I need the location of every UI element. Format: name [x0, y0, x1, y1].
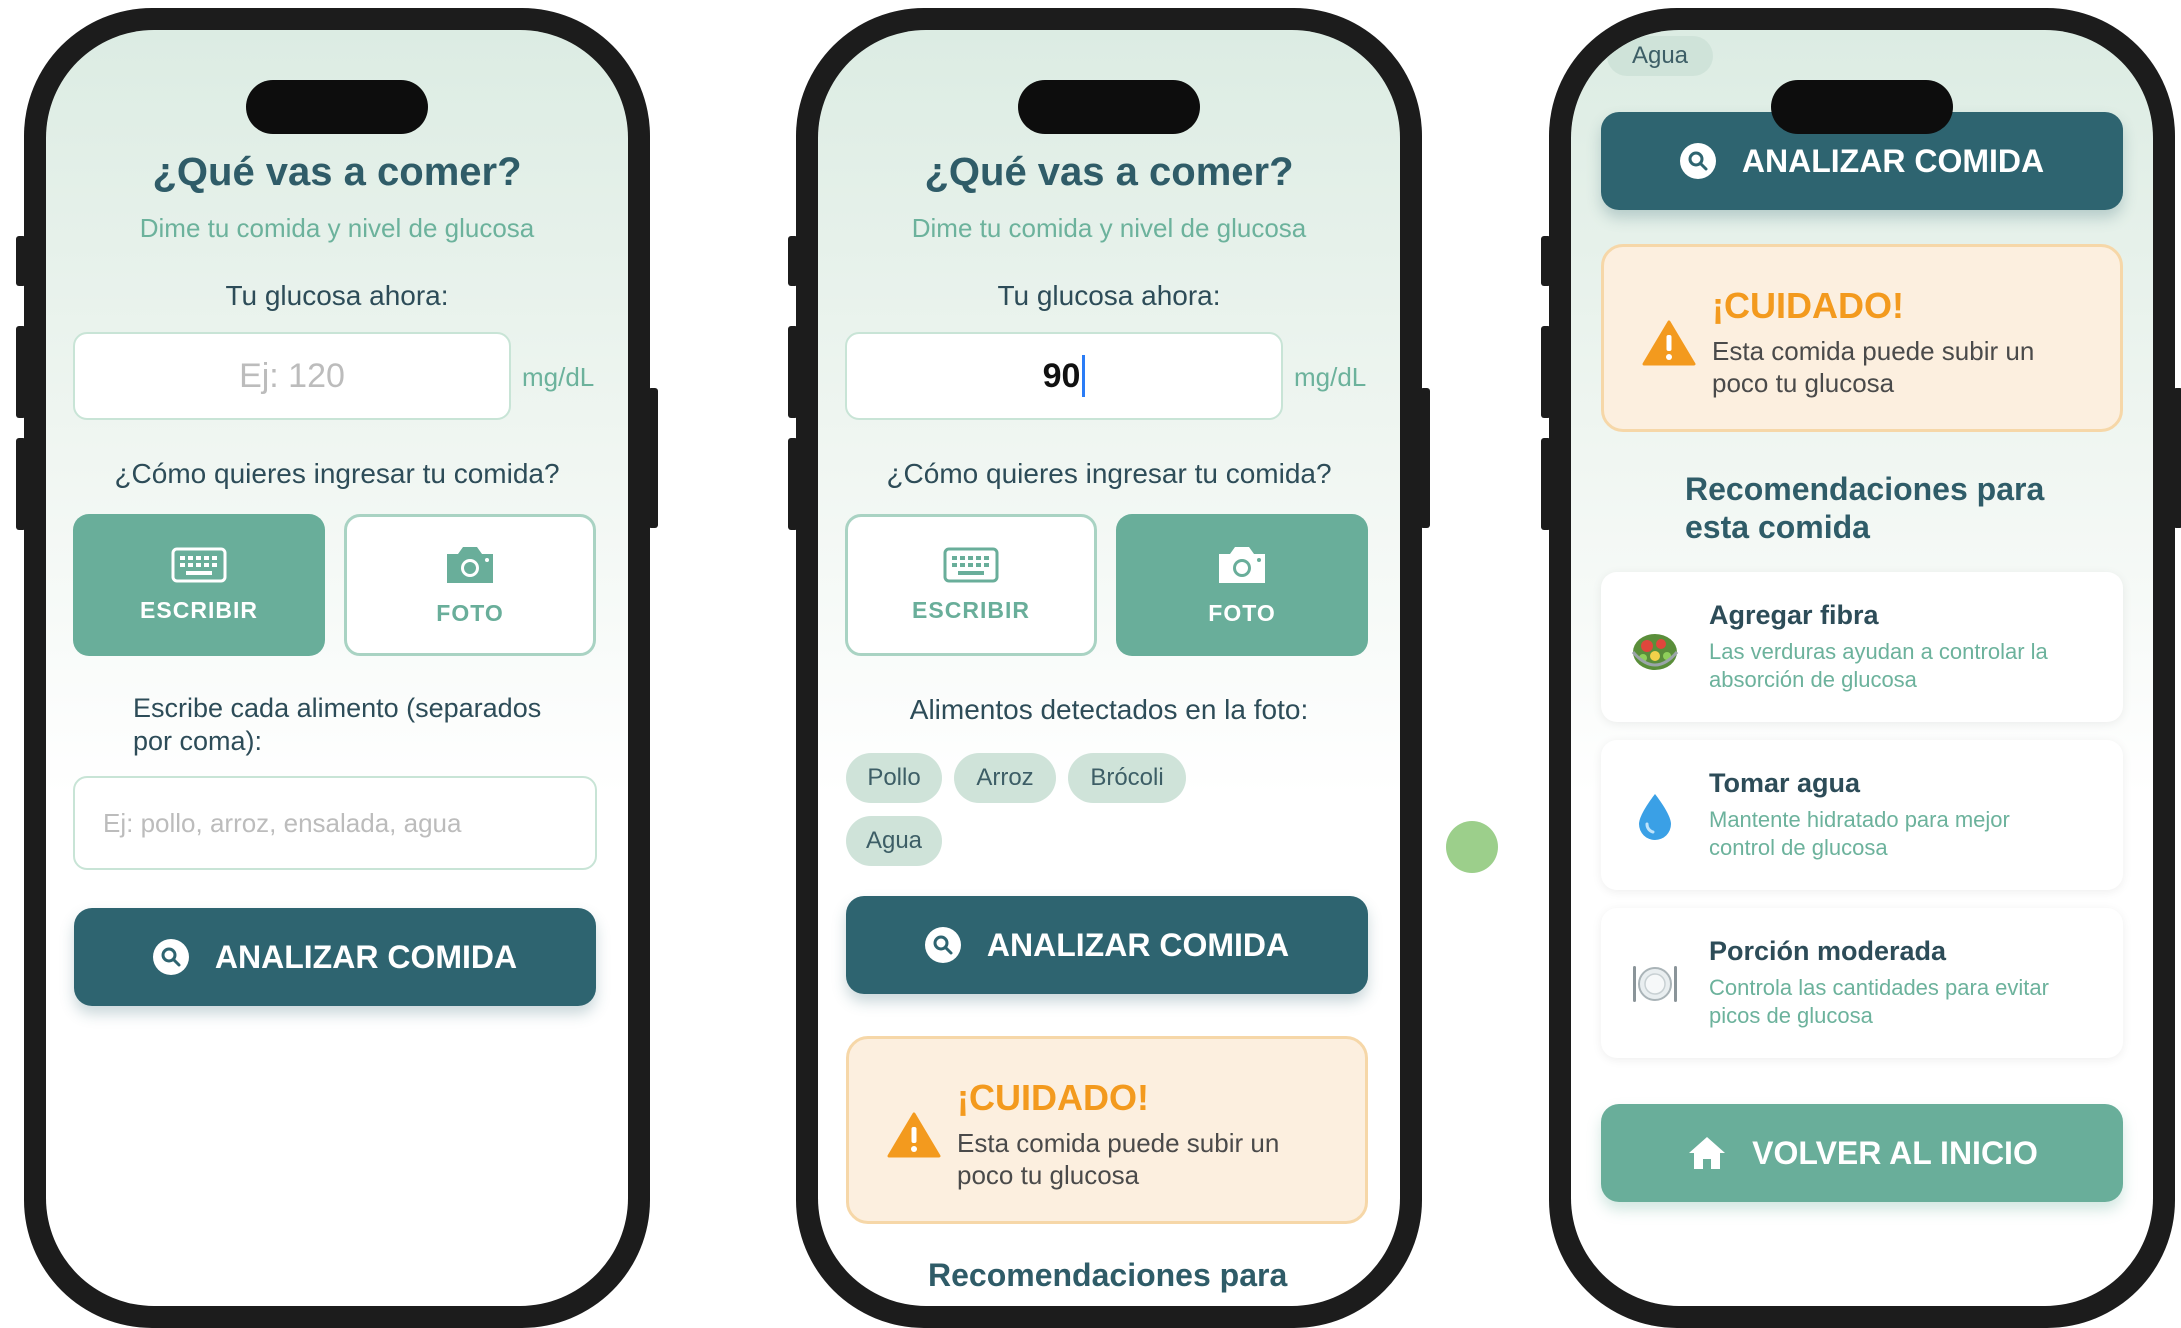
food-chip[interactable]: Agua: [846, 816, 942, 866]
warning-card: ¡CUIDADO! Esta comida puede subir un poc…: [846, 1036, 1368, 1224]
food-chip-partial[interactable]: Agua: [1607, 36, 1713, 76]
analyze-button[interactable]: ANALIZAR COMIDA: [74, 908, 596, 1006]
mode-photo-button[interactable]: FOTO: [1116, 514, 1368, 656]
food-input[interactable]: Ej: pollo, arroz, ensalada, agua: [73, 776, 597, 870]
recommendation-title: Porción moderada: [1709, 936, 1947, 966]
warning-icon: [887, 1112, 941, 1158]
decorative-dot: [1446, 821, 1498, 873]
search-icon: [1679, 143, 1716, 179]
glucose-unit: mg/dL: [522, 362, 595, 392]
home-icon: [1689, 1137, 1726, 1169]
food-placeholder: Ej: pollo, arroz, ensalada, agua: [103, 807, 462, 838]
mode-photo-label: FOTO: [1208, 599, 1276, 626]
analyze-label: ANALIZAR COMIDA: [1741, 142, 2045, 179]
warning-icon: [1642, 320, 1696, 366]
back-home-button[interactable]: VOLVER AL INICIO: [1601, 1104, 2123, 1202]
mode-photo-button[interactable]: FOTO: [344, 514, 596, 656]
phone-frame-2: ¿Qué vas a comer? Dime tu comida y nivel…: [788, 8, 1430, 1328]
food-chip[interactable]: Pollo: [846, 753, 942, 803]
recommendation-desc: Mantente hidratado para mejor control de…: [1709, 807, 2010, 860]
page-title: ¿Qué vas a comer?: [152, 150, 522, 194]
recommendation-desc: Las verduras ayudan a controlar la absor…: [1709, 639, 2048, 692]
glucose-input[interactable]: 90: [845, 332, 1283, 420]
dynamic-island: [1771, 80, 1953, 134]
glucose-input[interactable]: Ej: 120: [73, 332, 511, 420]
water-drop-icon: [1639, 794, 1671, 840]
recommendation-title: Tomar agua: [1709, 768, 1861, 798]
warning-text: Esta comida puede subir un poco tu gluco…: [957, 1128, 1280, 1190]
mode-write-button[interactable]: ESCRIBIR: [73, 514, 325, 656]
phone-frame-1: ¿Qué vas a comer? Dime tu comida y nivel…: [16, 8, 658, 1328]
dynamic-island: [246, 80, 428, 134]
phone-frame-3: Agua ANALIZAR COMIDA ¡CUIDADO! Esta comi…: [1541, 8, 2181, 1328]
warning-title: ¡CUIDADO!: [1712, 285, 1904, 326]
recommendation-card: Porción moderada Controla las cantidades…: [1601, 908, 2123, 1058]
mode-question: ¿Cómo quieres ingresar tu comida?: [886, 458, 1332, 489]
analyze-button[interactable]: ANALIZAR COMIDA: [846, 896, 1368, 994]
dynamic-island: [1018, 80, 1200, 134]
recommendations-title: Recomendaciones para: [928, 1257, 1288, 1293]
glucose-label: Tu glucosa ahora:: [997, 280, 1221, 311]
text-caret: [1082, 355, 1086, 397]
detected-label: Alimentos detectados en la foto:: [909, 694, 1309, 725]
food-chip[interactable]: Arroz: [954, 753, 1056, 803]
warning-card: ¡CUIDADO! Esta comida puede subir un poc…: [1601, 244, 2123, 432]
screen-food-input-write: ¿Qué vas a comer? Dime tu comida y nivel…: [46, 30, 628, 1306]
glucose-unit: mg/dL: [1294, 362, 1367, 392]
glucose-value: 90: [1042, 356, 1081, 395]
mode-write-label: ESCRIBIR: [140, 596, 258, 623]
recommendation-card: Agregar fibra Las verduras ayudan a cont…: [1601, 572, 2123, 722]
screen-food-input-photo: ¿Qué vas a comer? Dime tu comida y nivel…: [818, 30, 1400, 1306]
recommendations-title: Recomendaciones para esta comida: [1685, 471, 2045, 545]
mode-question: ¿Cómo quieres ingresar tu comida?: [114, 458, 560, 489]
mode-photo-label: FOTO: [436, 599, 504, 626]
mode-write-button[interactable]: ESCRIBIR: [845, 514, 1097, 656]
food-label: Escribe cada alimento (separados por com…: [133, 693, 542, 756]
search-icon: [152, 939, 189, 975]
keyboard-icon: [943, 547, 999, 582]
mode-write-label: ESCRIBIR: [912, 596, 1030, 623]
keyboard-icon: [171, 547, 227, 582]
analyze-label: ANALIZAR COMIDA: [986, 926, 1290, 963]
glucose-placeholder: Ej: 120: [239, 356, 345, 395]
plate-icon: [1633, 966, 1677, 1002]
warning-title: ¡CUIDADO!: [957, 1077, 1149, 1118]
analyze-label: ANALIZAR COMIDA: [214, 938, 518, 975]
recommendation-title: Agregar fibra: [1709, 600, 1879, 630]
camera-icon: [1219, 546, 1265, 583]
recommendation-desc: Controla las cantidades para evitar pico…: [1709, 975, 2049, 1028]
food-chip[interactable]: Brócoli: [1068, 753, 1186, 803]
page-subtitle: Dime tu comida y nivel de glucosa: [911, 213, 1307, 243]
search-icon: [924, 927, 961, 963]
screen-analysis-result: Agua ANALIZAR COMIDA ¡CUIDADO! Esta comi…: [1571, 30, 2153, 1306]
salad-icon: [1631, 634, 1679, 670]
back-home-label: VOLVER AL INICIO: [1752, 1134, 2038, 1171]
page-subtitle: Dime tu comida y nivel de glucosa: [139, 213, 535, 243]
warning-text: Esta comida puede subir un poco tu gluco…: [1712, 336, 2035, 398]
recommendation-card: Tomar agua Mantente hidratado para mejor…: [1601, 740, 2123, 890]
camera-icon: [447, 546, 493, 583]
page-title: ¿Qué vas a comer?: [924, 150, 1294, 194]
glucose-label: Tu glucosa ahora:: [225, 280, 449, 311]
